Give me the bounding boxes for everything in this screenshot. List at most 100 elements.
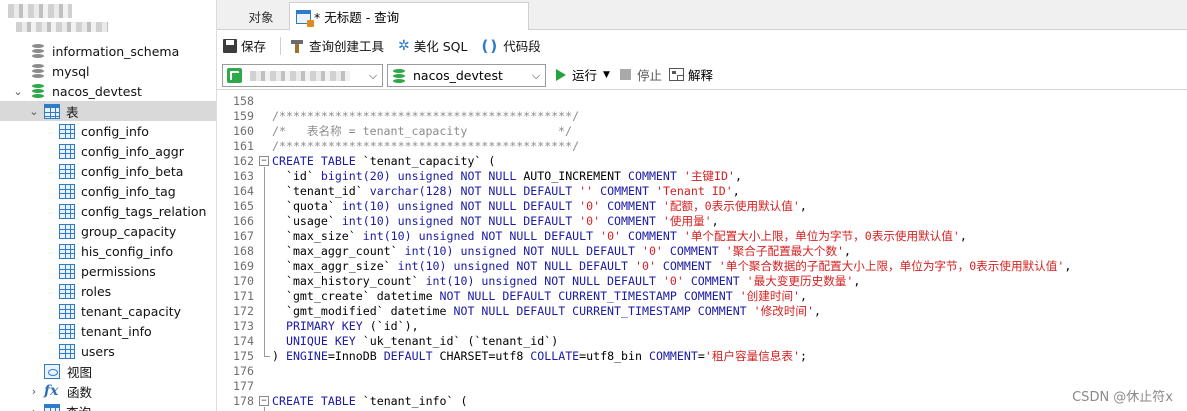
query-tab-icon (296, 9, 314, 27)
tree-table-item[interactable]: config_info_aggr (0, 141, 216, 161)
code-token: , (814, 304, 821, 318)
explain-label: 解释 (688, 68, 714, 83)
code-token: `tenant_info` ( (362, 394, 468, 408)
code-token: COMMENT (669, 244, 726, 258)
code-token: (10) (446, 274, 482, 288)
tree-table-item[interactable]: config_info_tag (0, 181, 216, 201)
code-token: int (362, 229, 384, 243)
tree-node-functions[interactable]: › fx 函数 (0, 381, 216, 401)
blurred-connection-host (16, 22, 108, 32)
table-icon (59, 223, 75, 239)
tree-db-nacos-devtest[interactable]: ⌄ nacos_devtest (0, 81, 216, 101)
tree-db-label: mysql (52, 63, 90, 79)
line-number: 171 (233, 289, 254, 303)
code-line: 164 `tenant_id` varchar(128) NOT NULL DE… (217, 184, 1187, 199)
code-token: , (1064, 259, 1072, 273)
code-token: =utf8_bin (579, 349, 649, 363)
chevron-right-icon[interactable]: › (28, 401, 40, 411)
chevron-down-icon[interactable]: ⌄ (28, 101, 40, 121)
chevron-down-icon[interactable]: ⌵ (364, 65, 382, 86)
code-token: , (959, 229, 967, 243)
code-line: 177 (217, 379, 1187, 394)
blurred-connection-name (250, 70, 350, 81)
stop-button[interactable]: 停止 (620, 65, 662, 84)
database-select[interactable]: nacos_devtest ⌵ (387, 64, 546, 87)
tree-table-label: config_info (81, 123, 149, 139)
line-number: 170 (233, 274, 254, 288)
line-number: 165 (233, 199, 254, 213)
code-line: 169 `max_aggr_size` int(10) unsigned NOT… (217, 259, 1187, 274)
tree-table-item[interactable]: config_tags_relation (0, 201, 216, 221)
code-snippet-button[interactable]: () 代码段 (481, 36, 540, 55)
code-token: , (711, 214, 719, 228)
beautify-sql-button[interactable]: ✲ 美化 SQL (398, 36, 467, 55)
code-token: int (404, 244, 426, 258)
code-token: , (853, 274, 861, 288)
tab-objects[interactable]: 对象 (225, 2, 297, 30)
code-token: int (341, 199, 363, 213)
tree-table-label: users (81, 343, 115, 359)
explain-button[interactable]: 解释 (669, 65, 713, 84)
line-number: 169 (233, 259, 254, 273)
tree-table-item[interactable]: config_info (0, 121, 216, 141)
tree-table-item[interactable]: users (0, 341, 216, 361)
code-line: 160 /* 表名称 = tenant_capacity */ (217, 124, 1187, 139)
tree-table-item[interactable]: his_config_info (0, 241, 216, 261)
tree-db-mysql[interactable]: mysql (0, 61, 216, 81)
tree-db-information-schema[interactable]: information_schema (0, 41, 216, 61)
fold-toggle-icon[interactable]: − (259, 396, 269, 406)
tab-query[interactable]: * 无标题 - 查询 (289, 2, 529, 30)
code-token: , (844, 244, 852, 258)
table-icon (59, 163, 75, 179)
code-token: unsigned NOT NULL (397, 169, 524, 183)
chevron-down-icon[interactable]: ⌵ (527, 65, 545, 86)
table-icon (59, 343, 75, 359)
tree-node-queries[interactable]: › 查询 (0, 401, 216, 411)
database-icon (32, 44, 44, 58)
run-button[interactable]: 运行 ▼ (556, 65, 610, 84)
chevron-down-icon[interactable]: ⌄ (12, 81, 24, 101)
tree-table-item[interactable]: tenant_capacity (0, 301, 216, 321)
query-builder-label: 查询创建工具 (309, 39, 385, 54)
tree-table-item[interactable]: permissions (0, 261, 216, 281)
code-token: 'Tenant ID' (655, 184, 733, 198)
table-icon (59, 263, 75, 279)
code-text: `max_aggr_count` int(10) unsigned NOT NU… (272, 244, 851, 259)
code-token: AUTO_INCREMENT (523, 169, 629, 183)
code-line: 171 `gmt_create` datetime NOT NULL DEFAU… (217, 289, 1187, 304)
line-number: 163 (233, 169, 254, 183)
code-line: 175) ENGINE=InnoDB DEFAULT CHARSET=utf8 … (217, 349, 1187, 364)
save-button[interactable]: 保存 (223, 36, 266, 55)
code-token: '修改时间' (753, 304, 814, 318)
tree-table-item[interactable]: config_info_beta (0, 161, 216, 181)
line-number: 168 (233, 244, 254, 258)
caret-down-icon[interactable]: ▼ (603, 70, 610, 80)
table-icon (59, 243, 75, 259)
line-number: 159 (233, 109, 254, 123)
code-token: '单个配置大小上限，单位为字节，0表示使用默认值' (683, 229, 960, 243)
fold-guide (264, 407, 265, 411)
tree-table-item[interactable]: tenant_info (0, 321, 216, 341)
tree-table-item[interactable]: roles (0, 281, 216, 301)
sql-editor[interactable]: 158 159 /*********************************… (217, 91, 1187, 411)
code-token: unsigned NOT NULL DEFAULT (418, 229, 601, 243)
tree-node-tables[interactable]: ⌄ 表 (0, 101, 216, 121)
code-line: 163 `id` bigint(20) unsigned NOT NULL AU… (217, 169, 1187, 184)
query-builder-button[interactable]: 查询创建工具 (291, 36, 384, 55)
function-icon: fx (44, 383, 59, 399)
fold-toggle-icon[interactable]: − (259, 156, 269, 166)
line-number: 172 (233, 304, 254, 318)
chevron-right-icon[interactable]: › (28, 381, 40, 401)
connection-select[interactable]: ⌵ (222, 64, 383, 87)
tree-node-views[interactable]: 视图 (0, 361, 216, 381)
object-tree[interactable]: information_schema mysql ⌄ nacos_devtest… (0, 0, 217, 411)
fold-guide (264, 167, 265, 357)
code-line: 178− CREATE TABLE `tenant_info` ( (217, 394, 1187, 409)
view-icon (44, 363, 60, 379)
code-token: unsigned NOT NULL DEFAULT (460, 244, 642, 258)
snippet-label: 代码段 (503, 39, 541, 54)
code-token: CREATE TABLE (272, 394, 363, 408)
code-token: int (397, 259, 419, 273)
navicat-window: information_schema mysql ⌄ nacos_devtest… (0, 0, 1187, 411)
tree-table-item[interactable]: group_capacity (0, 221, 216, 241)
